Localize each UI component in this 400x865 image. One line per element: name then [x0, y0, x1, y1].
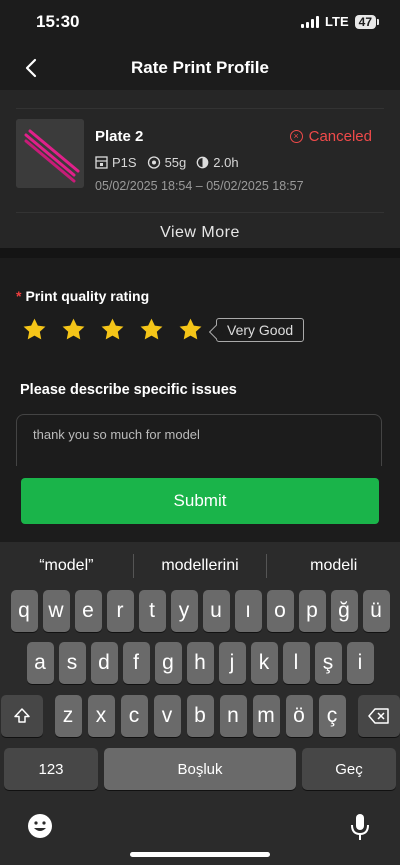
key[interactable]: d [90, 642, 118, 684]
divider [16, 212, 384, 213]
page-title: Rate Print Profile [131, 58, 269, 77]
print-date-range: 05/02/2025 18:54 – 05/02/2025 18:57 [95, 179, 304, 193]
key[interactable]: u [202, 590, 230, 632]
key[interactable]: k [250, 642, 278, 684]
status-badge: × Canceled [289, 128, 372, 145]
required-mark: * [16, 288, 22, 304]
print-specs: P1S 55g 2.0h [95, 155, 239, 170]
star-icon[interactable] [100, 317, 125, 342]
space-key[interactable]: Boşluk [104, 748, 296, 790]
printer-spec: P1S [95, 155, 137, 170]
key[interactable]: l [282, 642, 310, 684]
home-indicator [130, 852, 270, 857]
key[interactable]: z [54, 695, 82, 737]
suggestion-3[interactable]: modeli [267, 548, 400, 584]
key[interactable]: o [266, 590, 294, 632]
key[interactable]: r [106, 590, 134, 632]
filament-icon [147, 156, 160, 169]
key[interactable]: c [120, 695, 148, 737]
section-separator [0, 248, 400, 258]
key-row-4: 123 Boşluk Geç [0, 748, 400, 790]
status-time: 15:30 [36, 12, 80, 31]
key[interactable]: w [42, 590, 70, 632]
cancel-icon: × [289, 130, 303, 143]
issues-label: Please describe specific issues [20, 382, 237, 398]
duration-spec: 2.0h [196, 155, 239, 170]
network-label: LTE [325, 14, 349, 29]
issues-textarea[interactable] [16, 414, 382, 466]
key[interactable]: a [26, 642, 54, 684]
key[interactable]: g [154, 642, 182, 684]
key[interactable]: i [346, 642, 374, 684]
status-indicators: LTE 47 [301, 14, 380, 29]
rating-label-text: Print quality rating [25, 288, 150, 304]
key[interactable]: ö [285, 695, 313, 737]
filament-weight: 55g [164, 155, 187, 170]
key[interactable]: q [10, 590, 38, 632]
numbers-key[interactable]: 123 [4, 748, 98, 790]
key[interactable]: f [122, 642, 150, 684]
key[interactable]: ü [362, 590, 390, 632]
key[interactable]: ğ [330, 590, 358, 632]
print-duration: 2.0h [213, 155, 239, 170]
star-rating[interactable] [22, 317, 203, 342]
plate-thumbnail [16, 119, 84, 188]
key[interactable]: b [186, 695, 214, 737]
key[interactable]: y [170, 590, 198, 632]
return-key[interactable]: Geç [302, 748, 396, 790]
printer-icon [95, 156, 108, 169]
suggestion-1[interactable]: “model” [0, 548, 133, 584]
suggestion-2[interactable]: modellerini [134, 548, 267, 584]
key[interactable]: e [74, 590, 102, 632]
key[interactable]: x [87, 695, 115, 737]
key[interactable]: ç [318, 695, 346, 737]
star-icon[interactable] [139, 317, 164, 342]
key-row-3: z x c v b n m ö ç [0, 695, 400, 737]
battery-icon: 47 [354, 14, 380, 29]
shift-key[interactable] [0, 695, 43, 737]
status-label: Canceled [308, 128, 372, 145]
star-icon[interactable] [22, 317, 47, 342]
key[interactable]: m [252, 695, 280, 737]
key[interactable]: n [219, 695, 247, 737]
key-row-1: q w e r t y u ı o p ğ ü [0, 590, 400, 632]
plate-name: Plate 2 [95, 128, 144, 145]
backspace-icon [367, 708, 389, 724]
rating-label: * Print quality rating [16, 288, 149, 304]
star-icon[interactable] [61, 317, 86, 342]
emoji-icon[interactable] [26, 812, 54, 840]
key[interactable]: h [186, 642, 214, 684]
clock-icon [196, 156, 209, 169]
key[interactable]: v [153, 695, 181, 737]
key[interactable]: t [138, 590, 166, 632]
view-more-button[interactable]: View More [0, 224, 400, 242]
key[interactable]: ı [234, 590, 262, 632]
rating-badge: Very Good [216, 318, 305, 342]
signal-icon [301, 15, 320, 28]
key-row-2: a s d f g h j k l ş i [0, 642, 400, 684]
key[interactable]: p [298, 590, 326, 632]
delete-key[interactable] [357, 695, 400, 737]
submit-button[interactable]: Submit [21, 478, 379, 524]
key[interactable]: ş [314, 642, 342, 684]
weight-spec: 55g [147, 155, 187, 170]
star-icon[interactable] [178, 317, 203, 342]
suggestion-bar: “model” modellerini modeli [0, 548, 400, 584]
divider [16, 108, 384, 109]
printer-model: P1S [112, 155, 137, 170]
shift-icon [13, 708, 30, 723]
microphone-icon[interactable] [348, 812, 372, 842]
key[interactable]: j [218, 642, 246, 684]
key[interactable]: s [58, 642, 86, 684]
